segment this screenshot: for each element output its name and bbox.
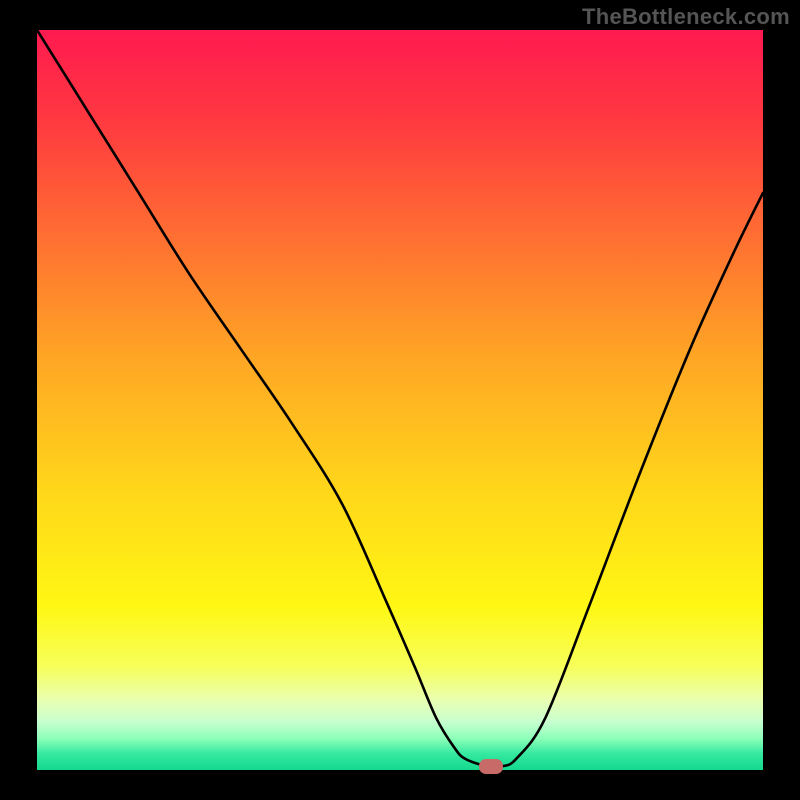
chart-frame: TheBottleneck.com [0, 0, 800, 800]
watermark-text: TheBottleneck.com [582, 4, 790, 30]
plot-area [37, 30, 763, 770]
plot-svg [37, 30, 763, 770]
optimal-marker [479, 759, 503, 774]
gradient-rect [37, 30, 763, 770]
